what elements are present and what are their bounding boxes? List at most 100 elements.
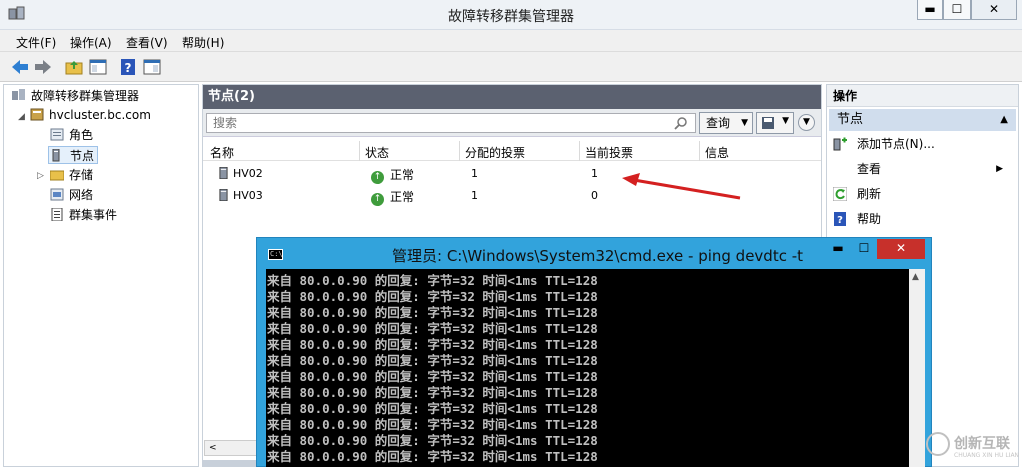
show-action-pane-icon[interactable]: [142, 57, 162, 77]
menu-view[interactable]: 查看(V): [126, 34, 168, 51]
toolbar: ?: [0, 52, 1022, 82]
cmd-window[interactable]: C:\ 管理员: C:\Windows\System32\cmd.exe - p…: [256, 237, 932, 467]
scroll-up-icon[interactable]: ▲: [912, 272, 919, 282]
tree-cluster-label: hvcluster.bc.com: [49, 108, 151, 122]
console-line: 来自 80.0.0.90 的回复: 字节=32 时间<1ms TTL=128: [267, 273, 598, 288]
menu-action[interactable]: 操作(A): [70, 34, 112, 51]
actions-group-nodes[interactable]: 节点 ▲: [829, 109, 1016, 131]
chevron-down-icon: ▼: [782, 116, 789, 126]
expand-arrow-icon[interactable]: ▷: [37, 171, 44, 181]
cmd-minimize-button[interactable]: ▬: [825, 239, 851, 259]
tree-item-network-label: 网络: [69, 188, 94, 202]
collapse-expand-button[interactable]: ▼: [798, 114, 815, 131]
column-header-status[interactable]: 状态: [365, 144, 389, 161]
node-status: 正常: [390, 190, 415, 204]
menu-help[interactable]: 帮助(H): [182, 34, 224, 51]
add-node-action[interactable]: 添加节点(N)...: [833, 134, 935, 154]
query-button[interactable]: 查询 ▼: [699, 112, 753, 134]
view-label: 查看: [857, 162, 882, 176]
assigned-votes: 1: [471, 189, 478, 202]
current-votes: 1: [591, 167, 598, 180]
back-arrow-icon[interactable]: [10, 57, 30, 77]
refresh-action[interactable]: 刷新: [833, 184, 881, 204]
console-line: 来自 80.0.0.90 的回复: 字节=32 时间<1ms TTL=128: [267, 385, 598, 400]
watermark-subtext: CHUANG XIN HU LIAN: [954, 452, 1020, 459]
console-line: 来自 80.0.0.90 的回复: 字节=32 时间<1ms TTL=128: [267, 305, 598, 320]
node-name: HV03: [233, 189, 263, 202]
tree-item-cluster-events[interactable]: 群集事件: [50, 206, 117, 224]
watermark-logo: 创新互联 CHUANG XIN HU LIAN: [922, 428, 1022, 464]
save-icon: [762, 117, 774, 129]
tree-item-storage-label: 存储: [69, 168, 94, 182]
tree-item-nodes-label: 节点: [70, 149, 95, 163]
help-icon[interactable]: ?: [118, 57, 138, 77]
view-action[interactable]: 查看 ▶: [833, 159, 1013, 179]
assigned-votes: 1: [471, 167, 478, 180]
tree-item-network[interactable]: 网络: [50, 186, 93, 204]
nodes-pane-header: 节点(2): [203, 85, 821, 109]
cmd-maximize-button[interactable]: ☐: [851, 239, 877, 259]
column-header-current-votes[interactable]: 当前投票: [585, 144, 633, 161]
tree-root[interactable]: 故障转移群集管理器: [12, 87, 139, 105]
console-line: 来自 80.0.0.90 的回复: 字节=32 时间<1ms TTL=128: [267, 417, 598, 432]
tree-cluster[interactable]: hvcluster.bc.com: [30, 106, 151, 124]
cluster-icon: [30, 108, 44, 121]
search-row: 查询 ▼ ▼ ▼: [203, 109, 821, 137]
query-button-label: 查询: [706, 116, 731, 130]
column-header-name[interactable]: 名称: [210, 144, 234, 161]
console-line: 来自 80.0.0.90 的回复: 字节=32 时间<1ms TTL=128: [267, 433, 598, 448]
refresh-label: 刷新: [857, 187, 882, 201]
column-header-assigned-votes[interactable]: 分配的投票: [465, 144, 525, 161]
server-icon: [219, 188, 228, 202]
collapse-up-icon[interactable]: ▲: [1000, 109, 1008, 131]
console-line: 来自 80.0.0.90 的回复: 字节=32 时间<1ms TTL=128: [267, 449, 598, 464]
watermark-logo-icon: [926, 432, 950, 456]
tree-item-roles[interactable]: 角色: [50, 126, 93, 144]
add-node-icon: [833, 137, 847, 151]
watermark-text: 创新互联: [954, 436, 1010, 452]
chevron-down-icon: ▼: [741, 118, 748, 128]
svg-text:?: ?: [125, 61, 132, 75]
cmd-close-button[interactable]: ✕: [877, 239, 925, 259]
close-button[interactable]: ✕: [971, 0, 1017, 20]
console-line: 来自 80.0.0.90 的回复: 字节=32 时间<1ms TTL=128: [267, 353, 598, 368]
minimize-button[interactable]: ▬: [917, 0, 943, 20]
tree-item-storage[interactable]: 存储: [50, 166, 93, 184]
svg-text:?: ?: [837, 215, 843, 226]
horizontal-scrollbar[interactable]: <: [204, 440, 259, 456]
help-label: 帮助: [857, 212, 882, 226]
cluster-events-icon: [51, 208, 63, 221]
submenu-arrow-icon: ▶: [996, 164, 1003, 174]
storage-icon: [50, 170, 64, 181]
tree-item-nodes[interactable]: 节点: [48, 146, 99, 164]
console-tree-icon[interactable]: [88, 57, 108, 77]
cmd-titlebar[interactable]: C:\ 管理员: C:\Windows\System32\cmd.exe - p…: [257, 238, 931, 268]
current-votes: 0: [591, 189, 598, 202]
window-titlebar: 故障转移群集管理器 ▬ ☐ ✕: [0, 0, 1022, 30]
network-icon: [50, 188, 64, 201]
folder-up-icon[interactable]: [64, 57, 84, 77]
menu-bar: 文件(F) 操作(A) 查看(V) 帮助(H): [0, 30, 1022, 52]
cmd-icon: C:\: [268, 249, 283, 260]
annotation-arrow: [622, 173, 741, 200]
column-header-info[interactable]: 信息: [705, 144, 729, 161]
tree-root-label: 故障转移群集管理器: [31, 89, 140, 103]
console-output[interactable]: 来自 80.0.0.90 的回复: 字节=32 时间<1ms TTL=128 来…: [266, 269, 909, 467]
save-query-button[interactable]: ▼: [756, 112, 794, 134]
forward-arrow-icon[interactable]: [33, 57, 53, 77]
cmd-title: 管理员: C:\Windows\System32\cmd.exe - ping …: [392, 247, 804, 265]
console-line: 来自 80.0.0.90 的回复: 字节=32 时间<1ms TTL=128: [267, 369, 598, 384]
window-title: 故障转移群集管理器: [448, 9, 574, 25]
maximize-button[interactable]: ☐: [943, 0, 971, 20]
column-header-row: 名称 状态 分配的投票 当前投票 信息: [203, 141, 821, 161]
help-action[interactable]: ? 帮助: [833, 209, 881, 229]
tree-item-roles-label: 角色: [69, 128, 94, 142]
scroll-left-icon[interactable]: <: [209, 443, 217, 453]
search-input[interactable]: [206, 113, 696, 133]
help-icon: ?: [834, 212, 846, 226]
search-icon[interactable]: [674, 116, 688, 130]
tree-item-cluster-events-label: 群集事件: [69, 208, 118, 222]
node-status: 正常: [390, 168, 415, 182]
collapse-arrow-icon[interactable]: ◢: [18, 112, 25, 122]
menu-file[interactable]: 文件(F): [16, 34, 56, 51]
